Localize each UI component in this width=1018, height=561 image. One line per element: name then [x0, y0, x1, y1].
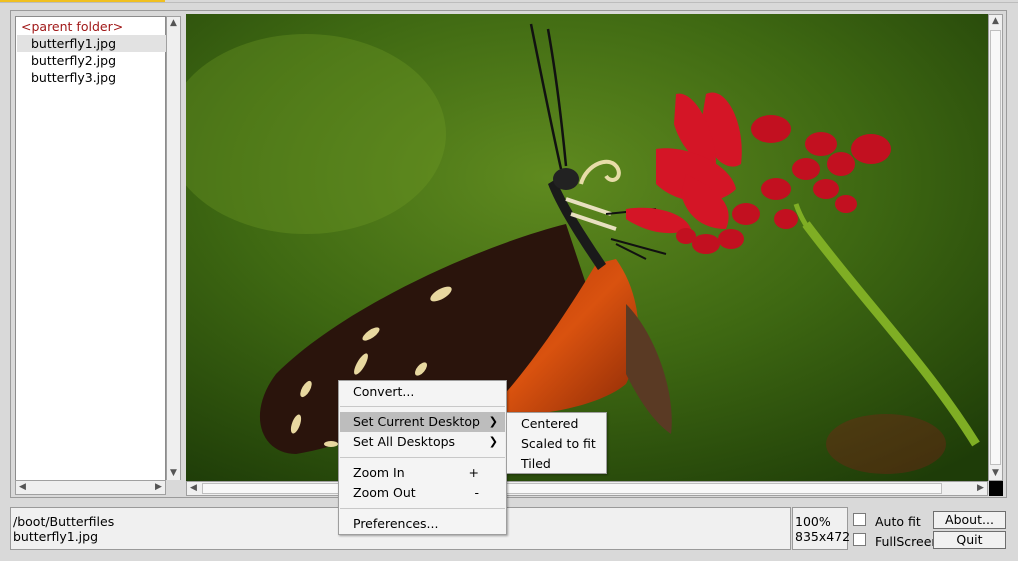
about-button[interactable]: About... [933, 511, 1006, 529]
submenu-item-centered[interactable]: Centered [508, 414, 605, 434]
fullscreen-checkbox[interactable] [853, 533, 866, 546]
scroll-down-icon[interactable]: ▼ [167, 467, 180, 480]
shortcut-key: + [468, 465, 479, 480]
scroll-up-icon[interactable]: ▲ [167, 17, 180, 30]
fullscreen-label: FullScreen [875, 534, 940, 549]
scroll-right-icon[interactable]: ▶ [152, 481, 165, 494]
submenu-item-tiled[interactable]: Tiled [508, 454, 605, 474]
menu-item-set-all-desktops[interactable]: Set All Desktops ❯ [340, 432, 505, 452]
menu-separator [340, 406, 505, 407]
menu-item-zoom-out[interactable]: Zoom Out - [340, 483, 505, 503]
menu-item-label: Zoom Out [353, 485, 416, 500]
file-list-horizontal-scrollbar[interactable]: ◀ ▶ [15, 480, 166, 495]
status-image-info: 100% 835x472 [792, 507, 851, 550]
menu-item-convert[interactable]: Convert... [340, 382, 505, 402]
file-list-vertical-scrollbar[interactable]: ▲ ▼ [166, 16, 181, 481]
menu-item-set-current-desktop[interactable]: Set Current Desktop ❯ [340, 412, 505, 432]
desktop-submenu: Centered Scaled to fit Tiled [506, 412, 607, 474]
quit-button[interactable]: Quit [933, 531, 1006, 549]
submenu-item-scaled-to-fit[interactable]: Scaled to fit [508, 434, 605, 454]
menu-item-label: Preferences... [353, 516, 439, 531]
list-item-parent-folder[interactable]: <parent folder> [17, 18, 166, 35]
submenu-arrow-icon: ❯ [488, 415, 498, 428]
window-top-border [0, 2, 1018, 3]
menu-separator [340, 457, 505, 458]
menu-separator [340, 508, 505, 509]
auto-fit-label: Auto fit [875, 514, 921, 529]
list-item[interactable]: butterfly1.jpg [17, 35, 166, 52]
menu-item-label: Set Current Desktop [353, 414, 480, 429]
scroll-up-icon[interactable]: ▲ [989, 15, 1002, 28]
scroll-right-icon[interactable]: ▶ [974, 482, 987, 495]
shortcut-key: - [474, 485, 479, 500]
scrollbar-corner [166, 480, 181, 495]
image-dimensions: 835x472 [795, 529, 851, 544]
scroll-down-icon[interactable]: ▼ [989, 467, 1002, 480]
image-preview[interactable] [186, 14, 988, 481]
list-item[interactable]: butterfly3.jpg [17, 69, 166, 86]
menu-item-preferences[interactable]: Preferences... [340, 514, 505, 534]
context-menu: Convert... Set Current Desktop ❯ Set All … [338, 380, 507, 535]
menu-item-label: Set All Desktops [353, 434, 456, 449]
zoom-level: 100% [795, 514, 831, 529]
submenu-arrow-icon: ❯ [488, 435, 498, 448]
menu-item-label: Zoom In [353, 465, 405, 480]
scroll-left-icon[interactable]: ◀ [187, 482, 200, 495]
image-horizontal-scroll-thumb[interactable] [202, 483, 942, 494]
file-list[interactable]: <parent folder> butterfly1.jpg butterfly… [15, 16, 166, 481]
list-item[interactable]: butterfly2.jpg [17, 52, 166, 69]
image-vertical-scroll-thumb[interactable] [990, 30, 1001, 465]
auto-fit-checkbox[interactable] [853, 513, 866, 526]
scroll-left-icon[interactable]: ◀ [16, 481, 29, 494]
butterfly-photo [186, 14, 988, 481]
scrollbar-corner [989, 481, 1003, 496]
menu-item-zoom-in[interactable]: Zoom In + [340, 463, 505, 483]
menu-item-label: Convert... [353, 384, 415, 399]
